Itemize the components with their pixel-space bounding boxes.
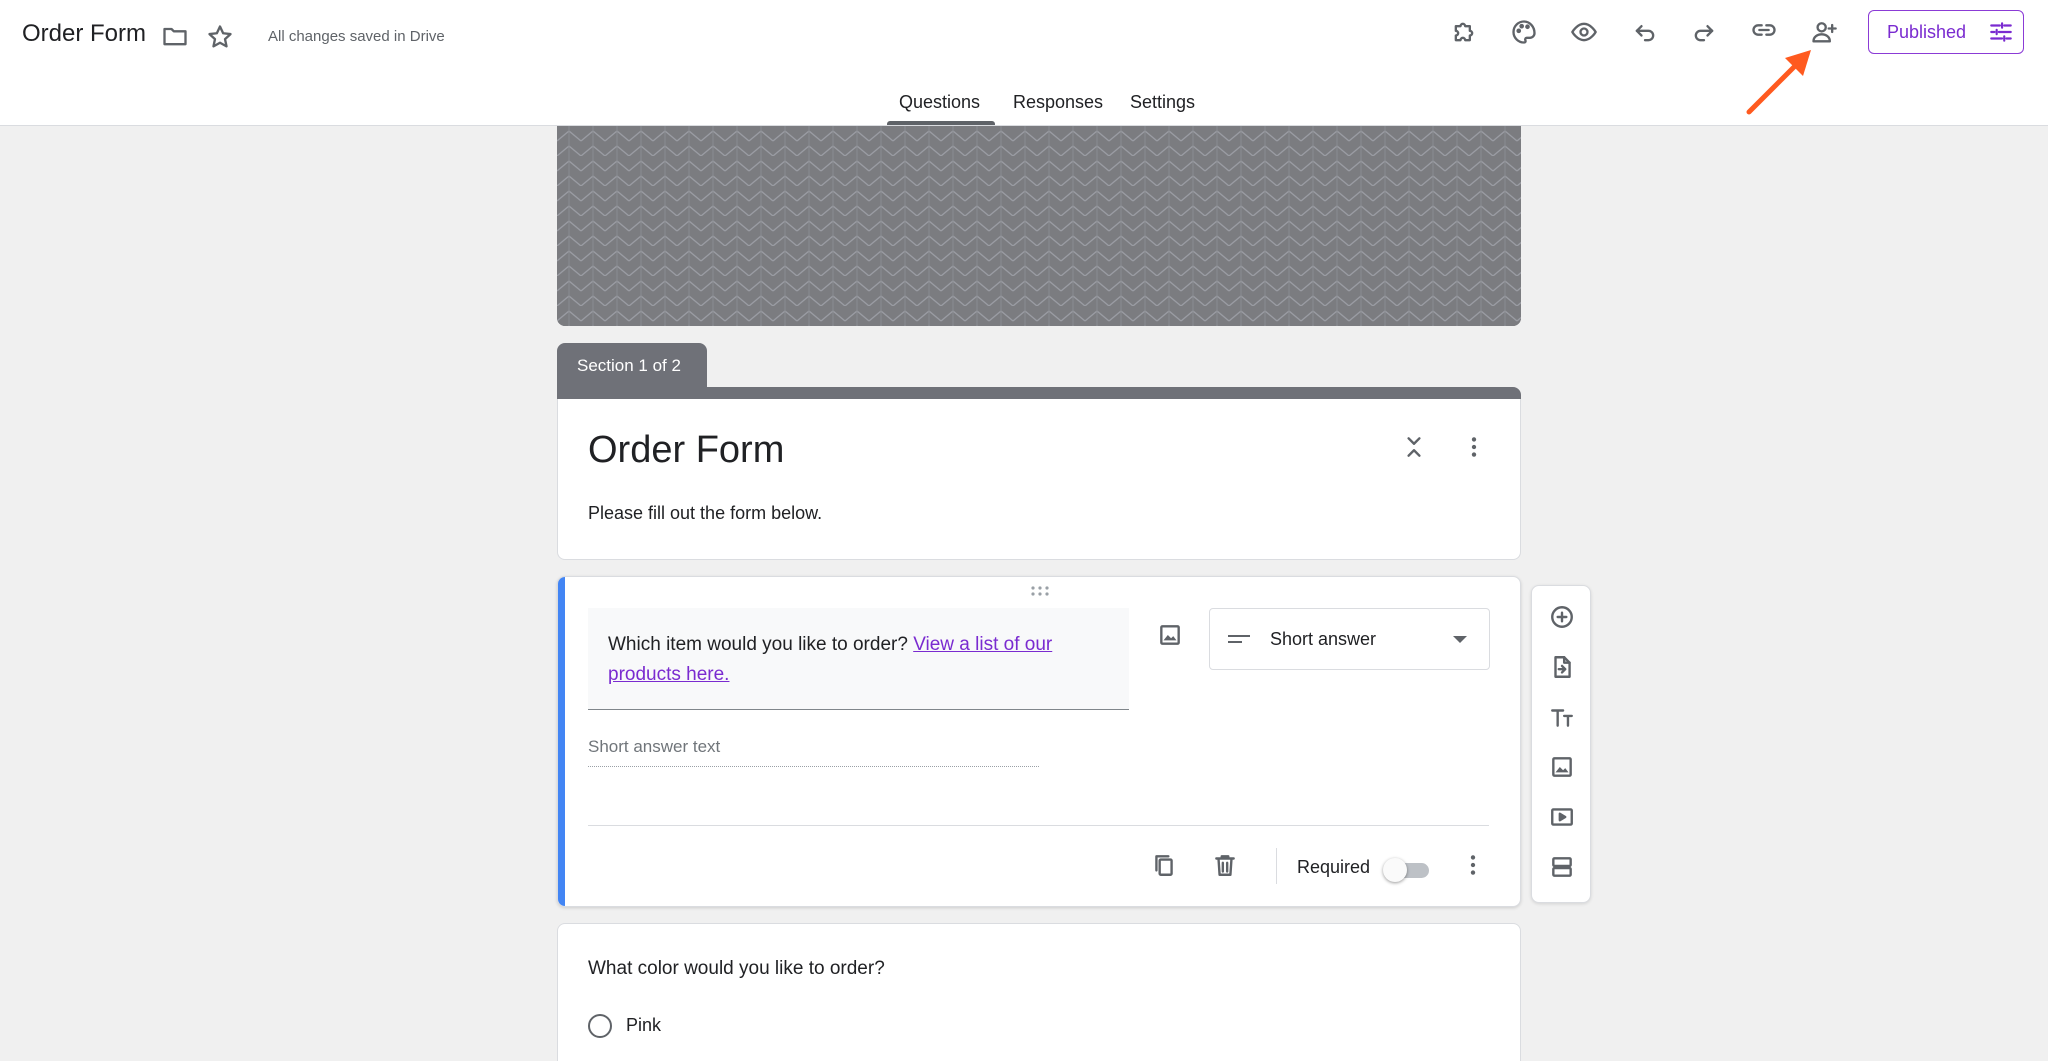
question-text: Which item would you like to order? <box>608 634 914 655</box>
add-title-icon[interactable] <box>1546 701 1578 733</box>
question-type-dropdown[interactable]: Short answer <box>1209 608 1490 670</box>
drag-handle-icon[interactable] <box>1030 585 1050 597</box>
form-title-card[interactable]: Order Form Please fill out the form belo… <box>557 399 1521 560</box>
collapse-section-icon[interactable] <box>1398 431 1430 463</box>
footer-separator <box>1276 848 1277 884</box>
delete-icon[interactable] <box>1209 849 1241 881</box>
section-bar <box>557 387 1521 399</box>
published-label: Published <box>1887 21 1967 42</box>
question-footer-divider <box>588 825 1489 826</box>
import-questions-icon[interactable] <box>1546 651 1578 683</box>
add-image-icon[interactable] <box>1546 751 1578 783</box>
short-answer-icon <box>1228 633 1250 645</box>
question-more-options-icon[interactable] <box>1457 849 1489 881</box>
redo-icon[interactable] <box>1686 14 1722 50</box>
question-text: What color would you like to order? <box>588 958 885 979</box>
add-ons-icon[interactable] <box>1446 14 1482 50</box>
active-tab-indicator <box>887 121 995 125</box>
tab-settings[interactable]: Settings <box>1130 92 1195 113</box>
tab-questions[interactable]: Questions <box>899 92 980 113</box>
header-banner-image <box>557 126 1521 326</box>
tab-responses[interactable]: Responses <box>1013 92 1103 113</box>
form-title[interactable]: Order Form <box>588 429 784 472</box>
add-video-icon[interactable] <box>1546 801 1578 833</box>
form-tabs: Questions Responses Settings <box>0 86 2048 126</box>
undo-icon[interactable] <box>1627 14 1663 50</box>
star-icon[interactable] <box>202 19 238 55</box>
required-toggle[interactable] <box>1383 858 1431 882</box>
link-icon[interactable] <box>1746 12 1782 48</box>
top-bar: Order Form All changes saved in Drive Pu… <box>0 0 2048 126</box>
option-label: Pink <box>626 1015 662 1035</box>
required-label: Required <box>1297 857 1371 877</box>
short-answer-placeholder: Short answer text <box>588 737 1039 767</box>
save-status: All changes saved in Drive <box>268 28 445 45</box>
add-question-icon[interactable] <box>1546 601 1578 633</box>
more-options-icon[interactable] <box>1458 431 1490 463</box>
publish-settings-icon <box>1990 22 2012 42</box>
palette-icon[interactable] <box>1506 14 1542 50</box>
folder-icon[interactable] <box>157 18 193 54</box>
form-description[interactable]: Please fill out the form below. <box>588 503 822 524</box>
doc-title[interactable]: Order Form <box>22 20 146 48</box>
section-indicator: Section 1 of 2 <box>557 343 707 387</box>
active-indicator <box>558 577 565 906</box>
annotation-arrow <box>1746 50 1811 115</box>
published-button[interactable]: Published <box>1868 10 2024 54</box>
add-section-icon[interactable] <box>1546 851 1578 883</box>
radio-option-pink[interactable] <box>588 1014 612 1038</box>
add-collaborator-icon[interactable] <box>1806 14 1842 50</box>
chevron-down-icon <box>1453 636 1467 643</box>
question-card[interactable]: What color would you like to order? Pink <box>557 923 1521 1061</box>
question-title-input[interactable]: Which item would you like to order? View… <box>588 608 1129 710</box>
preview-icon[interactable] <box>1566 14 1602 50</box>
add-image-to-question-icon[interactable] <box>1154 619 1186 651</box>
duplicate-icon[interactable] <box>1148 849 1180 881</box>
floating-toolbar <box>1531 585 1591 903</box>
question-card-active[interactable]: Which item would you like to order? View… <box>557 576 1521 907</box>
question-type-label: Short answer <box>1270 628 1377 649</box>
